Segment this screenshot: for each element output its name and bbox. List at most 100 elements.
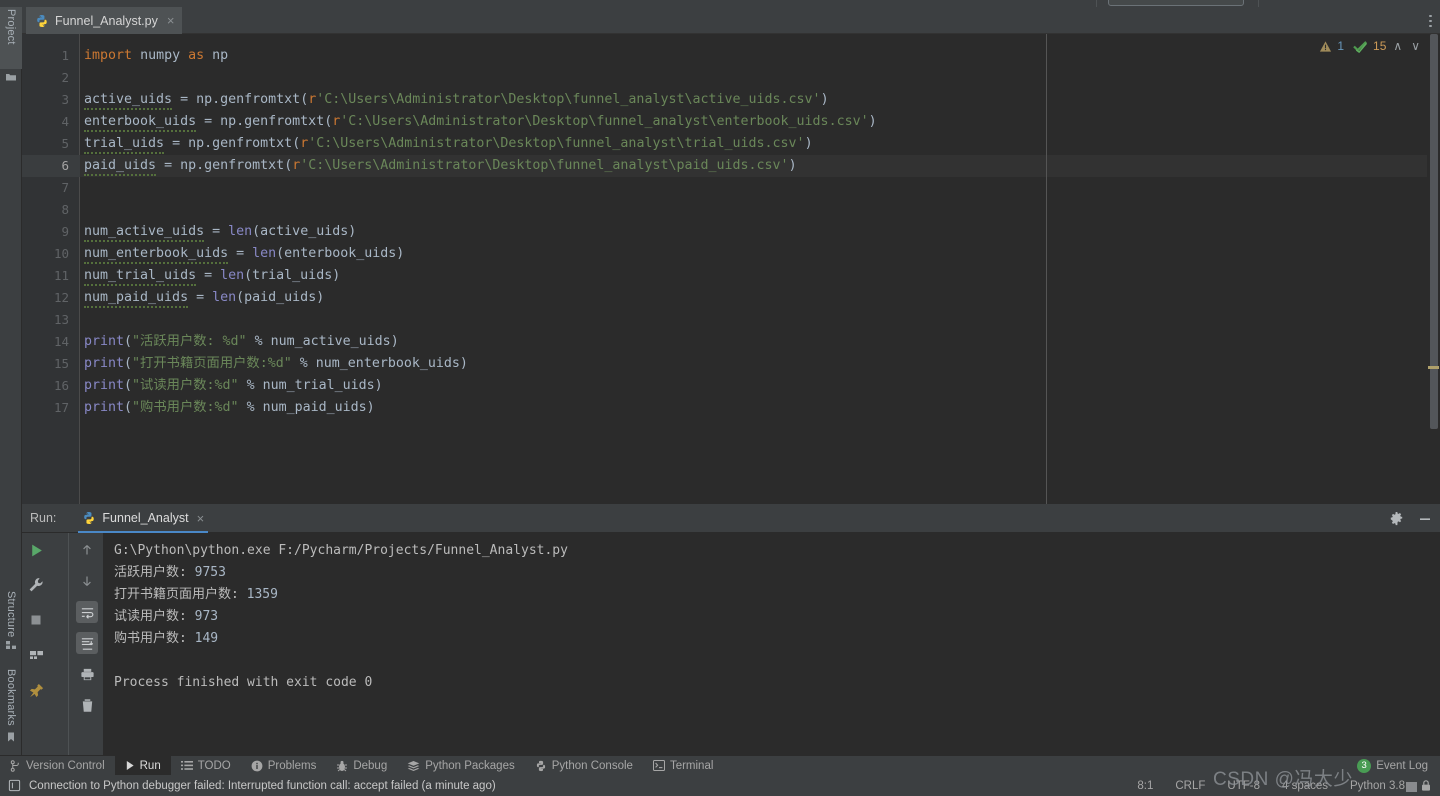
code-token: genfromtxt (220, 92, 301, 107)
code-token: ( (284, 158, 293, 173)
sidebar-item-label: Structure (5, 591, 17, 638)
code-line[interactable]: print("购书用户数:%d" % num_paid_uids) (84, 397, 1084, 419)
bottom-tab-todo[interactable]: TODO (171, 756, 241, 776)
arrow-down-icon[interactable] (76, 570, 98, 592)
problems-info-icon (251, 760, 263, 772)
pin-icon[interactable] (25, 679, 47, 701)
code-line[interactable]: print("打开书籍页面用户数:%d" % num_enterbook_uid… (84, 353, 1084, 375)
close-icon[interactable]: × (197, 511, 205, 526)
folder-icon[interactable] (5, 71, 17, 83)
run-toolbar-left (22, 533, 50, 755)
warning-triangle-icon (1319, 40, 1332, 53)
warning-count: 1 (1337, 39, 1345, 53)
event-log-button[interactable]: 3 Event Log (1357, 758, 1440, 773)
play-icon (125, 760, 135, 771)
bottom-tab-python-packages[interactable]: Python Packages (397, 756, 525, 776)
code-token: num_paid_uids) (262, 400, 375, 415)
soft-wrap-icon[interactable] (76, 601, 98, 623)
printer-icon[interactable] (76, 663, 98, 685)
editor-options-menu-icon[interactable] (1429, 15, 1432, 27)
code-token: ( (124, 378, 133, 393)
bottom-tab-debug[interactable]: Debug (326, 756, 397, 776)
code-line[interactable]: trial_uids = np.genfromtxt(r'C:\Users\Ad… (84, 133, 1084, 155)
sidebar-item-structure[interactable]: Structure (0, 589, 22, 665)
gear-icon[interactable] (1389, 511, 1404, 526)
code-line[interactable]: num_active_uids = len(active_uids) (84, 221, 1084, 243)
code-token: active_uids (84, 92, 173, 110)
code-token: % (246, 334, 271, 349)
inspection-widget[interactable]: 1 15 ∧ ∨ (1319, 39, 1422, 53)
bottom-tab-label: Python Packages (425, 759, 515, 772)
rerun-play-icon[interactable] (25, 539, 47, 561)
line-separator[interactable]: CRLF (1164, 780, 1216, 792)
left-tool-window-strip: Project Structure Bookmarks (0, 7, 22, 755)
minimize-icon[interactable] (1418, 512, 1432, 526)
status-message[interactable]: Connection to Python debugger failed: In… (29, 780, 496, 792)
structure-icon[interactable] (5, 639, 17, 651)
sidebar-item-project[interactable]: Project (0, 7, 22, 69)
bottom-tab-problems[interactable]: Problems (241, 756, 327, 776)
code-token: num_trial_uids) (262, 378, 383, 393)
code-line[interactable]: print("试读用户数:%d" % num_trial_uids) (84, 375, 1084, 397)
code-token: ) (788, 158, 797, 173)
editor-gutter[interactable]: 1 2 3 4 5 6 7 8 9 10 11 12 13 14 15 16 17 (22, 34, 80, 504)
run-console-output[interactable]: G:\Python\python.exe F:/Pycharm/Projects… (104, 533, 1440, 755)
code-line[interactable]: num_enterbook_uids = len(enterbook_uids) (84, 243, 1084, 265)
terminal-icon (652, 760, 665, 771)
console-label: 活跃用户数: (114, 565, 195, 580)
code-line[interactable] (84, 309, 1084, 331)
error-stripe-warning-mark[interactable] (1428, 366, 1439, 369)
code-token: (active_uids) (252, 224, 357, 239)
code-line[interactable] (84, 177, 1084, 199)
code-token: ( (300, 92, 309, 107)
bottom-tab-label: TODO (197, 759, 231, 772)
run-tab-label: Funnel_Analyst (102, 511, 189, 525)
bottom-tab-run[interactable]: Run (114, 755, 171, 776)
scrollbar-thumb[interactable] (1430, 34, 1438, 429)
run-tab-funnel-analyst[interactable]: Funnel_Analyst × (78, 504, 209, 533)
bottom-tab-python-console[interactable]: Python Console (525, 756, 643, 776)
stop-square-icon[interactable] (25, 609, 47, 631)
lock-icon[interactable] (1420, 779, 1432, 792)
layout-icon[interactable] (25, 644, 47, 666)
code-text[interactable]: import numpy as np active_uids = np.genf… (84, 45, 1084, 419)
caret-position[interactable]: 8:1 (1126, 780, 1164, 792)
code-token: . (204, 136, 213, 151)
code-line[interactable]: active_uids = np.genfromtxt(r'C:\Users\A… (84, 89, 1084, 111)
code-token: enterbook_uids (84, 114, 197, 132)
trash-icon[interactable] (76, 694, 98, 716)
chevron-down-icon[interactable]: ∨ (1409, 39, 1422, 53)
code-line[interactable] (84, 67, 1084, 89)
code-token: ( (124, 334, 133, 349)
indent-setting[interactable]: 4 spaces (1271, 780, 1339, 792)
bottom-tab-version-control[interactable]: Version Control (0, 756, 115, 776)
code-line[interactable]: import numpy as np (84, 45, 1084, 67)
file-encoding[interactable]: UTF-8 (1216, 780, 1271, 792)
code-line[interactable]: enterbook_uids = np.genfromtxt(r'C:\User… (84, 111, 1084, 133)
arrow-up-icon[interactable] (76, 539, 98, 561)
python-interpreter[interactable]: Python 3.8 (1339, 780, 1416, 792)
code-token: np (196, 92, 213, 107)
code-line[interactable]: paid_uids = np.genfromtxt(r'C:\Users\Adm… (84, 155, 1084, 177)
wrench-icon[interactable] (25, 574, 47, 596)
search-everywhere-box[interactable] (1108, 0, 1244, 6)
scroll-to-end-icon[interactable] (76, 632, 98, 654)
code-line[interactable]: num_paid_uids = len(paid_uids) (84, 287, 1084, 309)
python-file-icon (82, 511, 96, 525)
chevron-up-icon[interactable]: ∧ (1391, 39, 1404, 53)
close-icon[interactable]: × (167, 13, 175, 28)
code-line[interactable] (84, 199, 1084, 221)
code-token: as (188, 48, 205, 63)
code-line[interactable]: print("活跃用户数: %d" % num_active_uids) (84, 331, 1084, 353)
notification-icon[interactable] (8, 779, 21, 792)
code-editor[interactable]: 1 2 3 4 5 6 7 8 9 10 11 12 13 14 15 16 17 import numpy a… (22, 34, 1440, 504)
editor-tab-funnel-analyst[interactable]: Funnel_Analyst.py × (26, 7, 183, 34)
code-token: numpy (140, 48, 181, 63)
bookmark-icon[interactable] (5, 731, 17, 743)
packages-icon (407, 760, 420, 772)
bottom-tab-terminal[interactable]: Terminal (643, 756, 723, 776)
editor-scrollbar[interactable] (1427, 34, 1440, 504)
code-line[interactable]: num_trial_uids = len(trial_uids) (84, 265, 1084, 287)
console-line: 试读用户数: 973 (114, 606, 1440, 628)
line-number: 10 (53, 246, 69, 261)
